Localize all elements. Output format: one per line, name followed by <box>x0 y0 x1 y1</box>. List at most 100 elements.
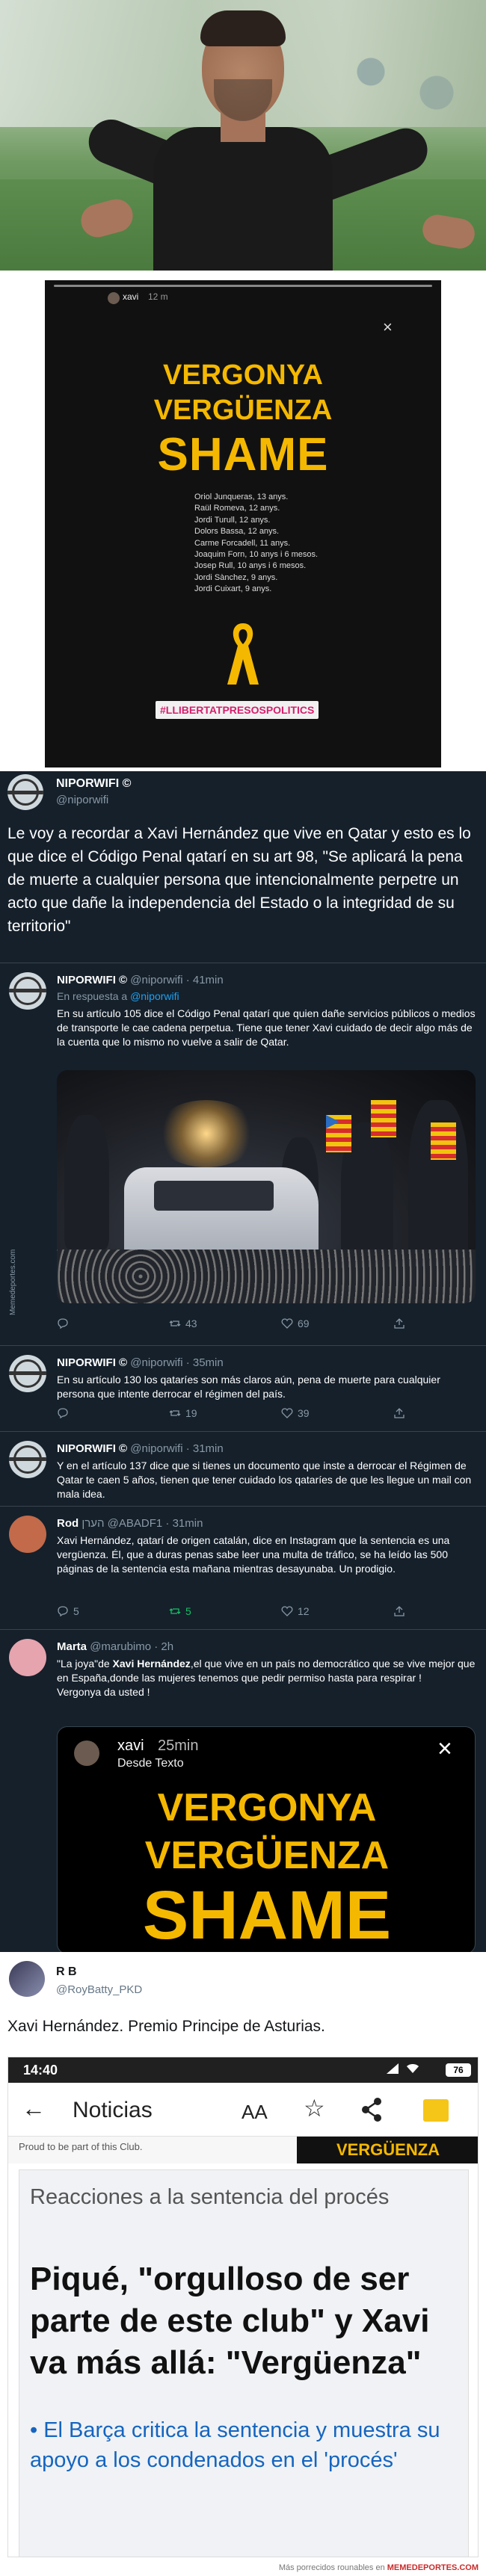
reply-action[interactable] <box>57 1407 69 1419</box>
embedded-story-image[interactable]: xavi 25min Desde Texto × VERGONYA VERGÜE… <box>57 1726 476 1954</box>
share-action[interactable] <box>393 1407 405 1419</box>
story-avatar[interactable] <box>108 292 120 304</box>
status-time: 14:40 <box>23 2063 58 2078</box>
app-toolbar: ← Noticias AA ☆ <box>8 2083 478 2137</box>
note-icon[interactable] <box>423 2099 449 2122</box>
avatar[interactable] <box>7 774 43 810</box>
embed-word-verguenza: VERGÜENZA <box>144 1834 390 1877</box>
reply-icon <box>58 1606 68 1617</box>
share-action[interactable] <box>393 1605 405 1617</box>
share-action[interactable] <box>393 1318 405 1329</box>
reply-to-label: En respuesta a <box>57 990 128 1002</box>
retweet-action[interactable]: 43 <box>169 1318 197 1329</box>
toolbar-title: Noticias <box>73 2098 153 2122</box>
text-size-button[interactable]: AA <box>242 2101 268 2124</box>
reply-handle-time: @niporwifi · 35min <box>130 1356 224 1369</box>
estelada-flag <box>371 1100 396 1137</box>
reply-tweet[interactable]: Rod הערן @ABADF1 · 31min Xavi Hernández,… <box>0 1506 486 1629</box>
share-icon <box>394 1318 405 1329</box>
heart-icon <box>281 1408 293 1418</box>
author-handle[interactable]: @RoyBatty_PKD <box>56 1983 142 1996</box>
avatar[interactable] <box>9 1355 46 1392</box>
embed-avatar <box>74 1741 99 1766</box>
street-debris <box>57 1250 476 1303</box>
back-arrow-icon[interactable]: ← <box>22 2096 46 2120</box>
retweet-action[interactable]: 19 <box>169 1407 197 1419</box>
wifi-icon <box>407 2064 419 2073</box>
author-name[interactable]: R B <box>56 1965 77 1979</box>
author-name[interactable]: NIPORWIFI © <box>56 777 131 791</box>
article-card[interactable]: Reacciones a la sentencia del procés Piq… <box>19 2169 469 2557</box>
story-username[interactable]: xavi <box>123 291 138 302</box>
reply-tweet[interactable]: NIPORWIFI © @niporwifi · 35min En su art… <box>0 1345 486 1429</box>
embed-word-vergonya: VERGONYA <box>157 1786 377 1829</box>
author-handle[interactable]: @niporwifi <box>56 794 131 806</box>
retweet-icon <box>169 1608 181 1614</box>
left-hand <box>77 195 137 241</box>
like-count: 69 <box>298 1318 310 1329</box>
related-link[interactable]: • El Barça critica la sentencia y muestr… <box>30 2415 449 2475</box>
hair <box>200 10 286 46</box>
hashtag-sticker[interactable]: #LLIBERTATPRESOSPOLITICS <box>156 701 319 719</box>
article-headline[interactable]: Piqué, "orgulloso de ser parte de este c… <box>30 2258 464 2384</box>
retweet-action[interactable]: 5 <box>169 1605 191 1617</box>
retweet-count: 43 <box>185 1318 197 1329</box>
close-icon: × <box>437 1735 452 1763</box>
footer-text: Más porrecidos rounables en <box>278 2563 385 2572</box>
main-tweet-author: NIPORWIFI © @niporwifi <box>56 777 131 806</box>
reply-action[interactable] <box>57 1318 69 1329</box>
yellow-ribbon-icon <box>227 623 259 685</box>
reply-action[interactable]: 5 <box>57 1605 79 1617</box>
black-shirt <box>153 127 333 271</box>
status-bar: 14:40 76 <box>8 2057 478 2083</box>
reply-text-pre: "La joya"de <box>57 1658 113 1670</box>
share-icon[interactable] <box>360 2096 384 2123</box>
retweet-count: 5 <box>185 1605 191 1617</box>
star-icon[interactable]: ☆ <box>304 2096 325 2120</box>
like-action[interactable]: 12 <box>281 1605 310 1617</box>
retweet-count: 19 <box>185 1407 197 1419</box>
like-action[interactable]: 69 <box>281 1318 310 1329</box>
prisoner-item: Jordi Cuixart, 9 anys. <box>194 584 272 594</box>
reply-to: En respuesta a @niporwifi <box>57 990 179 1002</box>
reply-text-bold: Xavi Hernández <box>112 1658 191 1670</box>
like-count: 12 <box>298 1605 310 1617</box>
reply-meta: NIPORWIFI © @niporwifi · 31min <box>57 1442 224 1455</box>
reply-name: Marta <box>57 1640 87 1653</box>
reply-tweet[interactable]: NIPORWIFI © @niporwifi · 31min Y en el a… <box>0 1431 486 1506</box>
like-action[interactable]: 39 <box>281 1407 310 1419</box>
prisoner-item: Jordi Turull, 12 anys. <box>194 515 271 525</box>
embed-username: xavi <box>117 1738 144 1754</box>
avatar[interactable] <box>9 1441 46 1478</box>
close-icon[interactable]: × <box>383 319 393 336</box>
reply-name: NIPORWIFI © <box>57 1442 128 1455</box>
phone-screenshot: 14:40 76 ← Noticias AA ☆ Proud to be par… <box>7 2057 479 2557</box>
reply-meta: Rod הערן @ABADF1 · 31min <box>57 1517 203 1530</box>
reply-name: Rod <box>57 1517 79 1530</box>
retweet-icon <box>169 1410 181 1416</box>
avatar[interactable] <box>9 1516 46 1553</box>
man-figure <box>77 10 477 271</box>
tweet-photo-riot[interactable] <box>57 1070 476 1303</box>
reply-to-link[interactable]: @niporwifi <box>130 990 179 1002</box>
story-progress-bar <box>54 285 432 287</box>
footer-brand[interactable]: MEMEDEPORTES.COM <box>387 2563 479 2572</box>
avatar[interactable] <box>9 1961 45 1997</box>
reply-meta: NIPORWIFI © @niporwifi · 35min <box>57 1356 224 1369</box>
reply-text: En su artículo 130 los qataríes son más … <box>57 1374 440 1400</box>
crowd-person <box>64 1115 109 1250</box>
instagram-story: xavi 12 m × VERGONYA VERGÜENZA SHAME Ori… <box>45 280 441 767</box>
story-word-shame: SHAME <box>157 429 329 481</box>
reply-handle-time: @niporwifi · 41min <box>130 974 224 986</box>
reply-icon <box>58 1408 68 1419</box>
avatar[interactable] <box>9 1639 46 1676</box>
heart-icon <box>281 1606 293 1616</box>
avatar[interactable] <box>9 972 46 1010</box>
reply-name: NIPORWIFI © <box>57 1356 128 1369</box>
signal-icon <box>387 2063 399 2074</box>
prisoner-item: Joaquim Forn, 10 anys i 6 mesos. <box>194 550 319 560</box>
story-word-vergonya: VERGONYA <box>163 359 323 391</box>
reply-meta: NIPORWIFI © @niporwifi · 41min <box>57 974 224 986</box>
retweet-icon <box>169 1321 181 1326</box>
story-time: 12 m <box>148 291 168 302</box>
